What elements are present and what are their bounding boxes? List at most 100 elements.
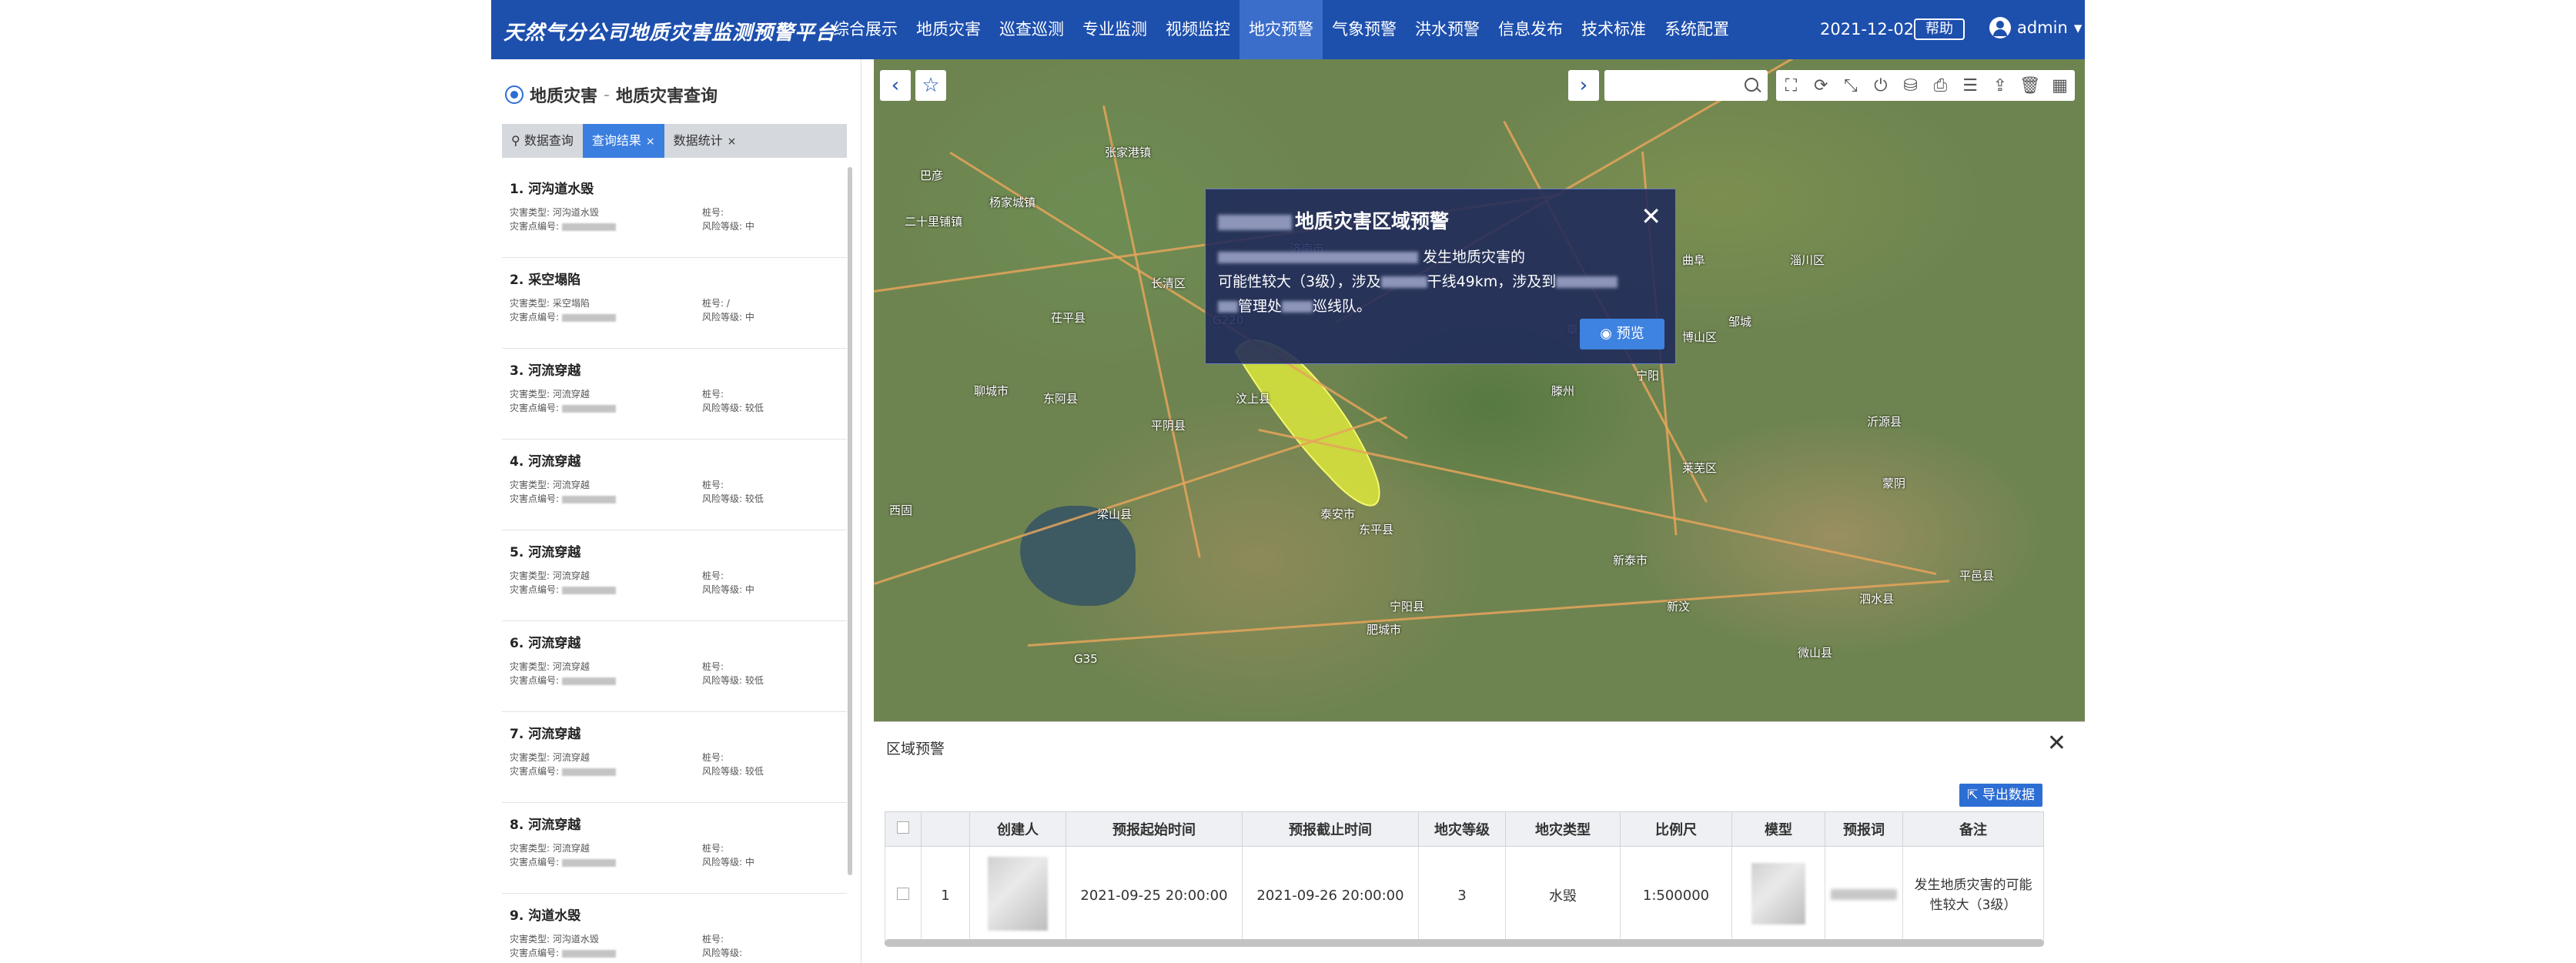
- redacted-text: [1556, 276, 1618, 288]
- list-item[interactable]: 8. 河流穿越 灾害类型: 河流穿越 灾害点编号: 桩号: 风险等级: 中: [502, 803, 847, 894]
- result-list-scrollbar[interactable]: [848, 167, 852, 875]
- hazard-code-field: 灾害点编号:: [510, 401, 616, 414]
- location-icon: [505, 85, 524, 104]
- main-nav: 综合展示 地质灾害 巡查巡测 专业监测 视频监控 地灾预警 气象预警 洪水预警 …: [824, 0, 1738, 59]
- user-avatar-icon: [1989, 17, 2011, 38]
- close-icon[interactable]: ×: [646, 135, 655, 148]
- close-icon[interactable]: ×: [728, 135, 737, 148]
- export-data-button[interactable]: ⇱ 导出数据: [1959, 784, 2042, 807]
- risk-level-field: 风险等级: 较低: [702, 403, 764, 413]
- risk-level-field: 风险等级: 中: [702, 857, 754, 868]
- user-menu[interactable]: admin ▾: [1989, 17, 2082, 38]
- list-item[interactable]: 9. 沟道水毁 灾害类型: 河沟道水毁 灾害点编号: 桩号: 风险等级:: [502, 894, 847, 963]
- list-item[interactable]: 3. 河流穿越 灾害类型: 河流穿越 灾害点编号: 桩号: 风险等级: 较低: [502, 349, 847, 440]
- map-place-label: 汶上县: [1236, 392, 1271, 406]
- favorite-button[interactable]: ☆: [915, 70, 946, 101]
- map-place-label: 二十里铺镇: [905, 215, 963, 229]
- list-item[interactable]: 1. 河沟道水毁 灾害类型: 河沟道水毁 灾害点编号: 桩号: 风险等级: 中: [502, 167, 847, 258]
- list-item[interactable]: 2. 采空塌陷 灾害类型: 采空塌陷 灾害点编号: 桩号: / 风险等级: 中: [502, 258, 847, 349]
- tab-query-results[interactable]: 查询结果 ×: [582, 124, 664, 158]
- popup-message: 发生地质灾害的 可能性较大（3级），涉及 干线49km，涉及到 管理处 巡线队。: [1218, 245, 1657, 319]
- hazard-code-field: 灾害点编号:: [510, 310, 616, 323]
- satellite-map[interactable]: 巴彦二十里铺镇杨家城镇张家港镇西固东阿县聊城市茌平县长清区济南市平阴县莱芜区沂源…: [874, 59, 2085, 721]
- map-place-label: 宁阳县: [1390, 600, 1425, 614]
- close-icon[interactable]: ✕: [2047, 730, 2066, 757]
- layer-icon[interactable]: ⛁: [1901, 75, 1921, 95]
- table-horizontal-scrollbar[interactable]: [885, 939, 2044, 947]
- preview-button[interactable]: ◉ 预览: [1580, 319, 1664, 349]
- map-search-box[interactable]: [1604, 70, 1768, 101]
- map-search-input[interactable]: [1612, 70, 1738, 101]
- risk-level-field: 风险等级: 中: [702, 312, 754, 323]
- redacted-text: [1218, 215, 1292, 230]
- delete-icon[interactable]: 🗑: [2019, 75, 2041, 95]
- tab-label: 查询结果: [591, 133, 641, 148]
- nav-item-geo-hazard[interactable]: 地质灾害: [907, 0, 990, 59]
- hazard-code-field: 灾害点编号:: [510, 492, 616, 505]
- popup-line2: 可能性较大（3级），涉及: [1218, 273, 1381, 290]
- list-item[interactable]: 6. 河流穿越 灾害类型: 河流穿越 灾害点编号: 桩号: 风险等级: 较低: [502, 621, 847, 712]
- fullscreen-icon[interactable]: ⛶: [1781, 75, 1801, 95]
- nav-item-hazard-warning[interactable]: 地灾预警: [1239, 0, 1323, 59]
- back-button[interactable]: ‹: [880, 70, 911, 101]
- nav-item-monitoring[interactable]: 专业监测: [1073, 0, 1156, 59]
- nav-item-flood-warning[interactable]: 洪水预警: [1406, 0, 1489, 59]
- map-place-label: 淄川区: [1790, 253, 1825, 267]
- row-select[interactable]: [885, 846, 922, 945]
- result-title: 4. 河流穿越: [510, 454, 581, 470]
- measure-icon[interactable]: ⤡: [1841, 75, 1861, 95]
- breadcrumb-root[interactable]: 地质灾害: [530, 82, 597, 107]
- popup-line2-mid: 干线49km，涉及到: [1427, 273, 1557, 290]
- nav-item-weather-warning[interactable]: 气象预警: [1323, 0, 1406, 59]
- popup-line3: 巡线队。: [1313, 298, 1372, 315]
- refresh-icon[interactable]: ⟳: [1811, 75, 1831, 95]
- map-place-label: 邹城: [1728, 315, 1752, 329]
- upload-icon[interactable]: ⇪: [1990, 75, 2010, 95]
- select-all-header[interactable]: [885, 811, 922, 847]
- grid-icon[interactable]: ▦: [2050, 75, 2070, 95]
- search-icon[interactable]: [1745, 78, 1758, 92]
- nav-item-info-release[interactable]: 信息发布: [1489, 0, 1572, 59]
- result-title: 2. 采空塌陷: [510, 273, 581, 288]
- redacted-text: [561, 404, 616, 413]
- map-place-label: 杨家城镇: [989, 196, 1036, 209]
- cell-remark: 发生地质灾害的可能性较大（3级）: [1902, 846, 2044, 945]
- table-icon[interactable]: ☰: [1960, 75, 1980, 95]
- list-item[interactable]: 5. 河流穿越 灾害类型: 河流穿越 灾害点编号: 桩号: 风险等级: 中: [502, 530, 847, 621]
- tab-data-query[interactable]: ⚲ 数据查询: [502, 124, 583, 158]
- table-row[interactable]: 1 2021-09-25 20:00:00 2021-09-26 20:00:0…: [885, 846, 2044, 945]
- tab-data-statistics[interactable]: 数据统计 ×: [664, 124, 746, 158]
- hazard-type-field: 灾害类型: 河流穿越: [510, 752, 590, 763]
- column-header-type: 地灾类型: [1505, 811, 1621, 847]
- map-place-label: 沂源县: [1867, 415, 1902, 429]
- nav-item-video[interactable]: 视频监控: [1156, 0, 1239, 59]
- help-button[interactable]: 帮助: [1914, 18, 1965, 40]
- redacted-text: [1218, 301, 1238, 313]
- popup-line1: 发生地质灾害的: [1423, 249, 1526, 266]
- map-place-label: 巴彦: [920, 169, 944, 182]
- search-icon: ⚲: [511, 133, 520, 148]
- panel-tabs: ⚲ 数据查询 查询结果 × 数据统计 ×: [502, 124, 847, 158]
- result-title: 5. 河流穿越: [510, 545, 581, 560]
- nav-item-patrol[interactable]: 巡查巡测: [990, 0, 1073, 59]
- stake-field: 桩号:: [702, 207, 724, 218]
- stake-field: 桩号:: [702, 661, 724, 672]
- print-icon[interactable]: ⎙: [1930, 75, 1950, 95]
- expand-button[interactable]: ›: [1568, 70, 1599, 101]
- creator-photo-redacted: [988, 856, 1048, 931]
- nav-item-system-config[interactable]: 系统配置: [1655, 0, 1738, 59]
- cell-scale: 1:500000: [1620, 846, 1732, 945]
- checkbox[interactable]: [897, 887, 909, 900]
- power-icon[interactable]: ⏻: [1871, 75, 1891, 95]
- hazard-type-field: 灾害类型: 河流穿越: [510, 389, 590, 400]
- cell-start-time: 2021-09-25 20:00:00: [1066, 846, 1243, 945]
- stake-field: 桩号:: [702, 389, 724, 400]
- list-item[interactable]: 7. 河流穿越 灾害类型: 河流穿越 灾害点编号: 桩号: 风险等级: 较低: [502, 712, 847, 803]
- map-place-label: 滕州: [1551, 384, 1575, 398]
- nav-item-overview[interactable]: 综合展示: [824, 0, 907, 59]
- hazard-code-field: 灾害点编号:: [510, 946, 616, 959]
- close-icon[interactable]: ✕: [1641, 202, 1661, 231]
- checkbox[interactable]: [897, 821, 909, 834]
- nav-item-tech-standards[interactable]: 技术标准: [1572, 0, 1655, 59]
- list-item[interactable]: 4. 河流穿越 灾害类型: 河流穿越 灾害点编号: 桩号: 风险等级: 较低: [502, 440, 847, 530]
